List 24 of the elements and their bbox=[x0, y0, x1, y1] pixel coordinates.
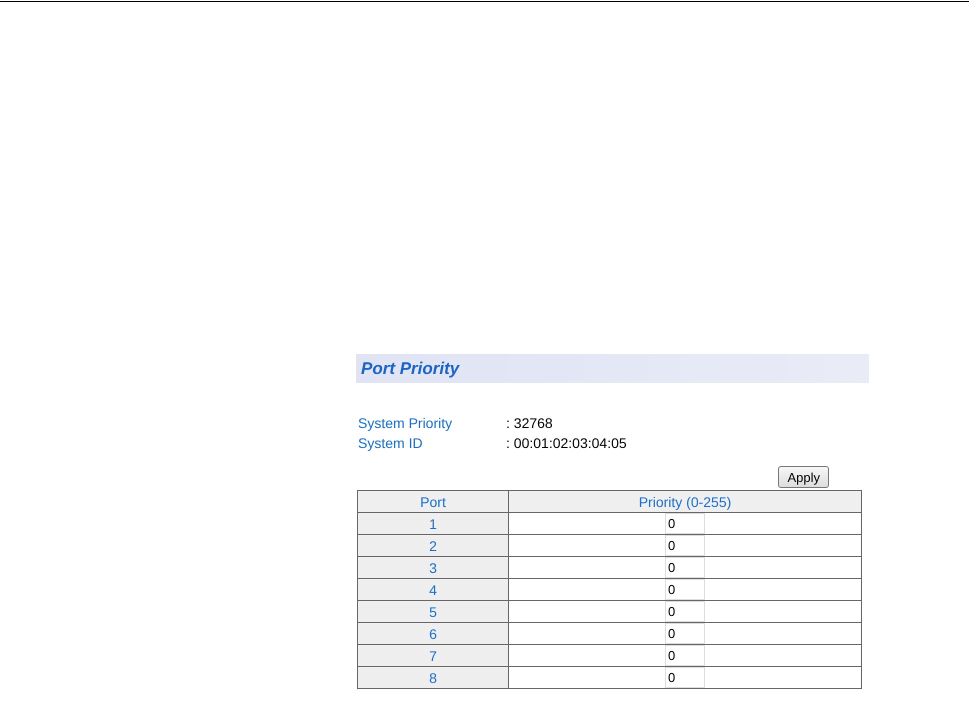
priority-field[interactable]: 0 bbox=[665, 557, 705, 578]
info-label: System Priority bbox=[358, 415, 454, 431]
priority-field[interactable]: 0 bbox=[665, 535, 705, 556]
priority-field[interactable]: 0 bbox=[665, 645, 705, 666]
column-header: Port bbox=[358, 490, 508, 512]
port-cell: 8 bbox=[358, 666, 508, 688]
port-cell: 6 bbox=[358, 622, 508, 644]
apply-button[interactable]: Apply bbox=[778, 466, 829, 488]
info-value: : 00:01:02:03:04:05 bbox=[506, 435, 627, 451]
port-cell: 7 bbox=[358, 644, 508, 666]
priority-field[interactable]: 0 bbox=[665, 667, 705, 688]
info-label: System ID bbox=[358, 435, 424, 451]
info-value: : 32768 bbox=[506, 415, 553, 431]
priority-field[interactable]: 0 bbox=[665, 601, 705, 622]
port-cell: 4 bbox=[358, 578, 508, 600]
priority-field[interactable]: 0 bbox=[665, 623, 705, 644]
priority-field[interactable]: 0 bbox=[665, 513, 705, 534]
priority-field[interactable]: 0 bbox=[665, 579, 705, 600]
port-cell: 3 bbox=[358, 556, 508, 578]
page-title: Port Priority bbox=[361, 358, 460, 378]
port-cell: 2 bbox=[358, 534, 508, 556]
port-cell: 1 bbox=[358, 512, 508, 534]
port-cell: 5 bbox=[358, 600, 508, 622]
column-header: Priority (0-255) bbox=[508, 490, 862, 512]
